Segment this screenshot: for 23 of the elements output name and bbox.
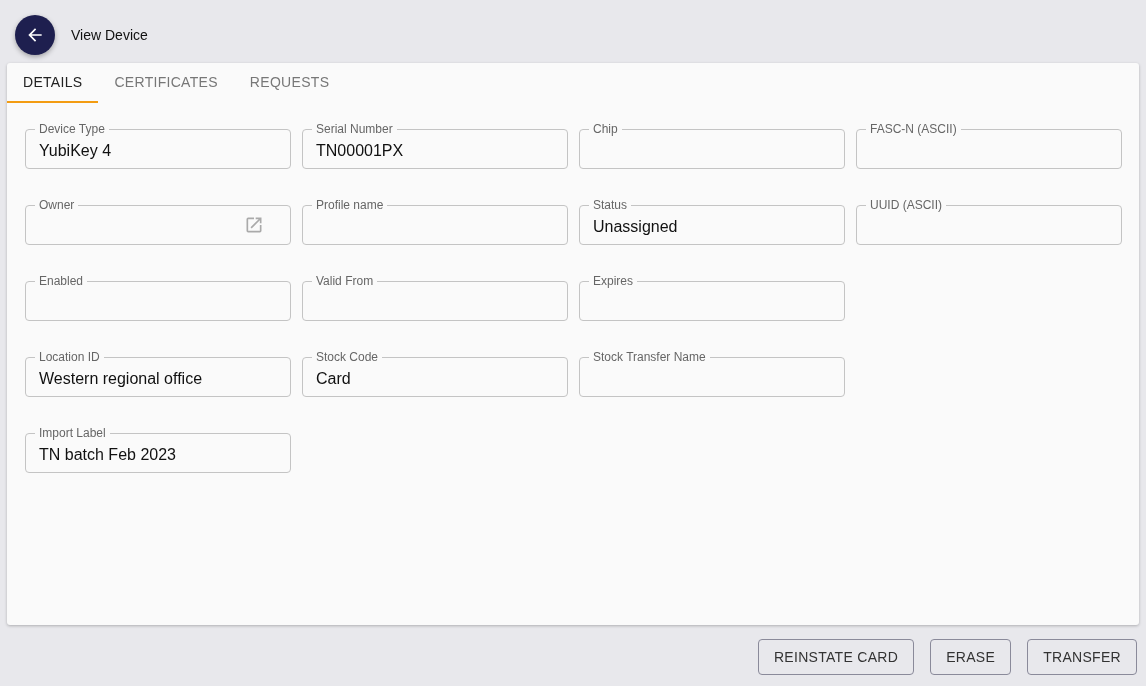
action-button[interactable]: REINSTATE CARD [757, 639, 915, 675]
input-field[interactable]: Import Label TN batch Feb 2023 [25, 425, 291, 473]
tab[interactable]: DETAILS [7, 63, 99, 103]
input-field[interactable]: Profile name [302, 197, 568, 245]
back-button[interactable] [15, 15, 55, 55]
input-field[interactable]: UUID (ASCII) [856, 197, 1122, 245]
input-field[interactable]: Status Unassigned [579, 197, 845, 245]
input-field[interactable]: Location ID Western regional office [25, 349, 291, 397]
action-button[interactable]: ERASE [930, 639, 1012, 675]
input-field[interactable]: Serial Number TN00001PX [302, 121, 568, 169]
input-field[interactable]: Chip [579, 121, 845, 169]
input-field[interactable]: Device Type YubiKey 4 [25, 121, 291, 169]
input-field[interactable]: Owner [25, 197, 291, 245]
input-field[interactable]: Stock Transfer Name [579, 349, 845, 397]
input-field[interactable]: Stock Code Card [302, 349, 568, 397]
page-title: View Device [71, 27, 148, 43]
tab[interactable]: REQUESTS [233, 63, 346, 103]
input-field[interactable]: Expires [579, 273, 845, 321]
input-field[interactable]: Enabled [25, 273, 291, 321]
action-button[interactable]: TRANSFER [1027, 639, 1137, 675]
input-field[interactable]: Valid From [302, 273, 568, 321]
tab[interactable]: CERTIFICATES [98, 63, 234, 103]
input-field[interactable]: FASC-N (ASCII) [856, 121, 1122, 169]
